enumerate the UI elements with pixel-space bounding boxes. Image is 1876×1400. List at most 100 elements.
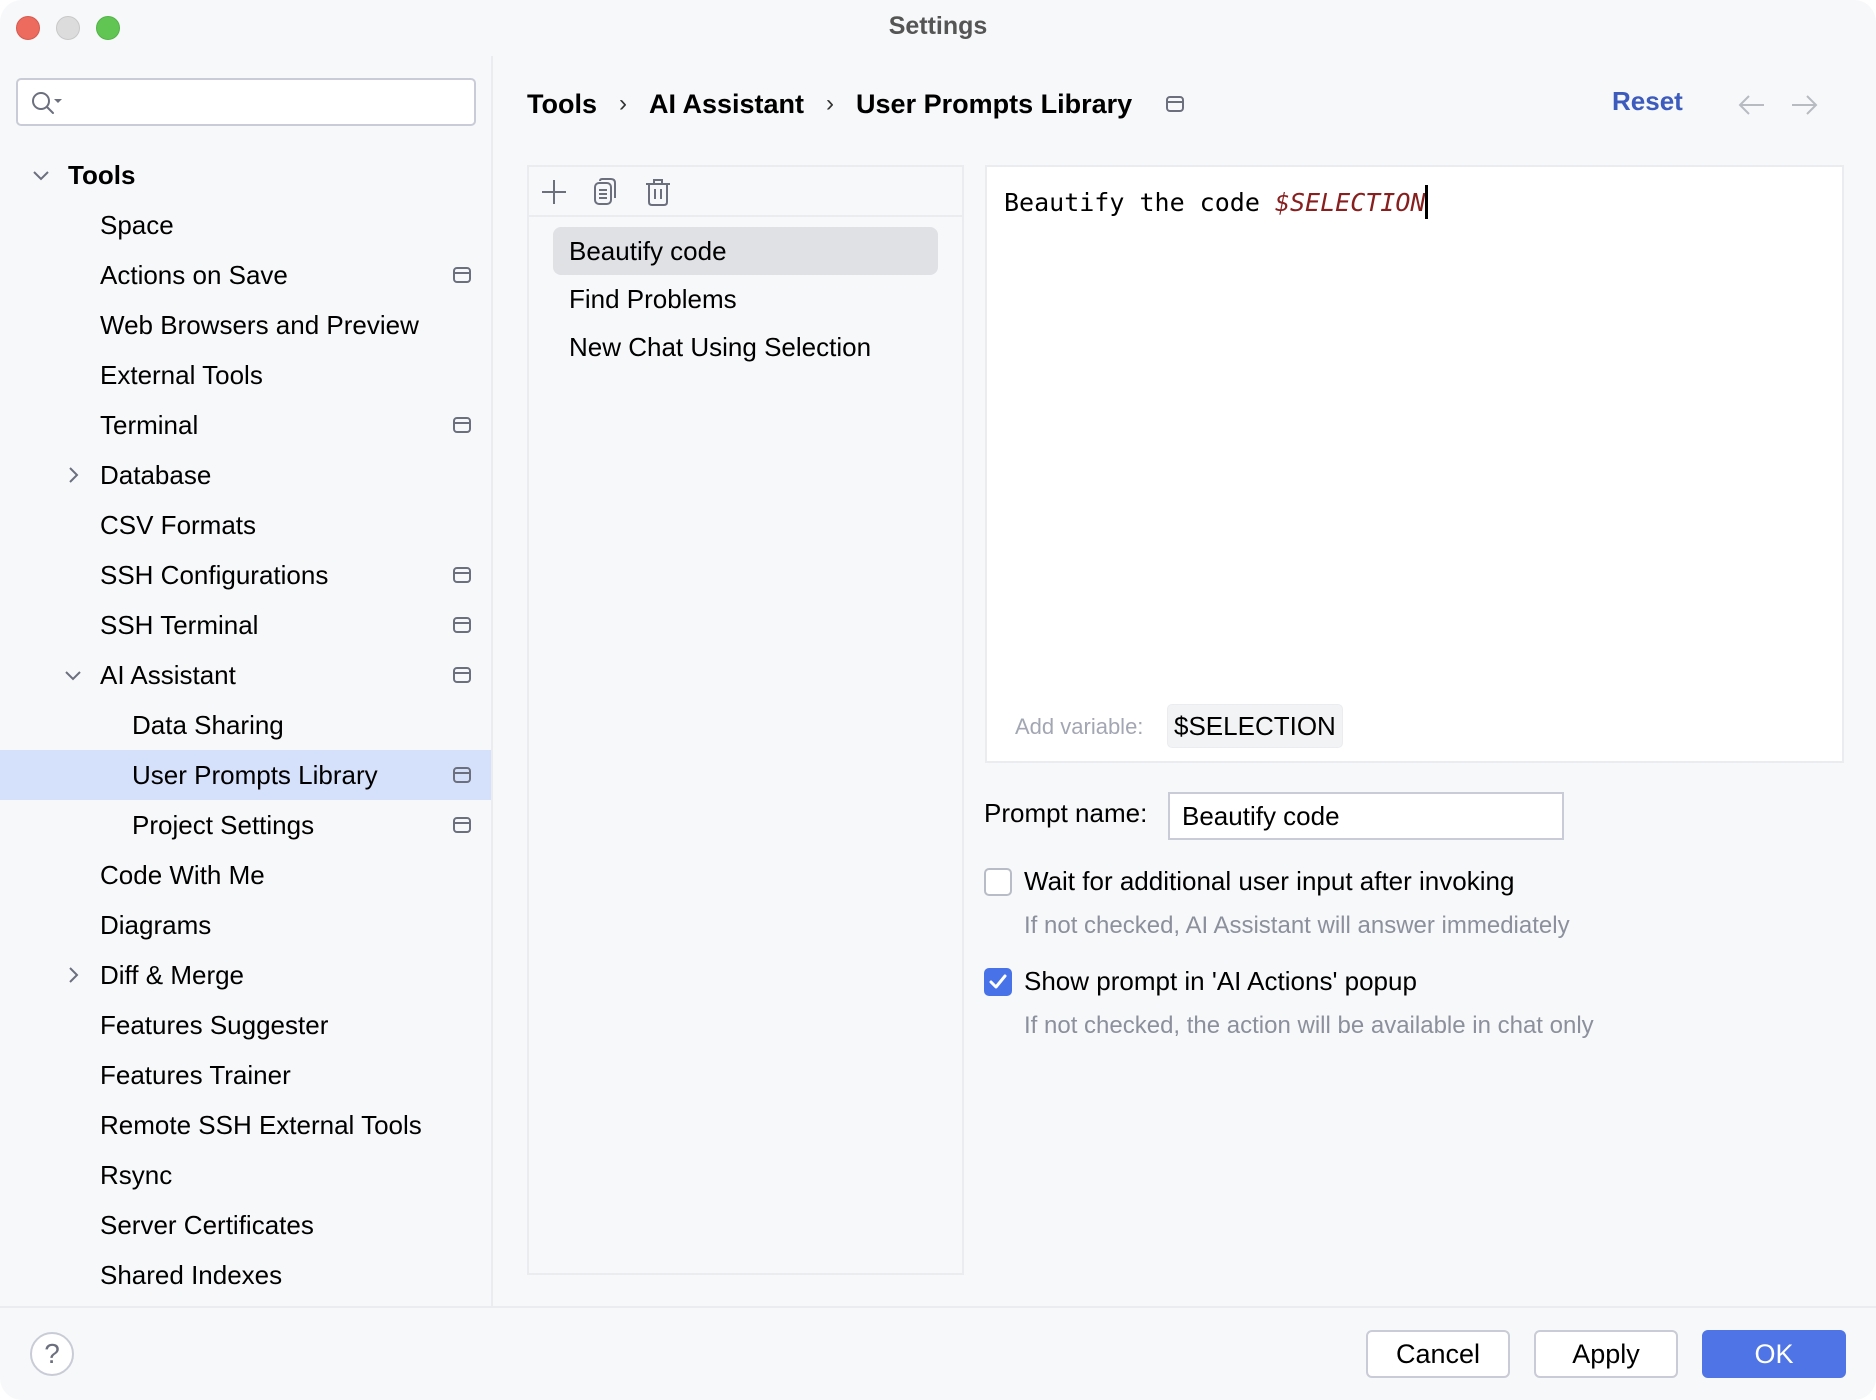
prompt-editor-text[interactable]: Beautify the code $SELECTION [1004, 185, 1429, 221]
sidebar-item-label: Database [100, 460, 212, 490]
sidebar-item-label: Remote SSH External Tools [100, 1110, 422, 1140]
show-in-ai-actions-checkbox[interactable] [984, 968, 1012, 996]
breadcrumb-item-user-prompts-library: User Prompts Library [856, 88, 1133, 119]
settings-tree: Tools Space Actions on Save Web Browsers an… [0, 150, 491, 1300]
sidebar-item-rsync[interactable]: Rsync [0, 1150, 491, 1200]
breadcrumb: Tools › AI Assistant › User Prompts Libr… [527, 86, 1185, 122]
project-scope-icon [453, 617, 471, 633]
sidebar-item-space[interactable]: Space [0, 200, 491, 250]
sidebar-item-database[interactable]: Database [0, 450, 491, 500]
arrow-right-icon[interactable] [1790, 94, 1818, 116]
sidebar-item-actions-on-save[interactable]: Actions on Save [0, 250, 491, 300]
prompt-text: Beautify the code [1004, 188, 1275, 217]
settings-search-field[interactable] [16, 78, 476, 126]
project-scope-icon [1166, 96, 1185, 112]
add-variable-selection-chip[interactable]: $SELECTION [1167, 704, 1343, 748]
chevron-right-icon[interactable] [61, 950, 85, 1000]
sidebar-item-tools[interactable]: Tools [0, 150, 491, 200]
breadcrumb-separator-icon: › [619, 90, 627, 117]
sidebar-item-project-settings[interactable]: Project Settings [0, 800, 491, 850]
project-scope-icon [453, 767, 471, 783]
sidebar-item-label: Project Settings [132, 810, 315, 840]
prompt-list-item[interactable]: Find Problems [553, 275, 938, 323]
sidebar-item-diff-merge[interactable]: Diff & Merge [0, 950, 491, 1000]
prompt-list: Beautify code Find Problems New Chat Using… [553, 227, 938, 371]
breadcrumb-item-tools[interactable]: Tools [527, 89, 597, 120]
checkmark-icon [989, 974, 1007, 989]
sidebar-item-ssh-configurations[interactable]: SSH Configurations [0, 550, 491, 600]
search-input[interactable] [70, 84, 466, 120]
sidebar-item-label: Features Suggester [100, 1010, 329, 1040]
sidebar-item-label: Web Browsers and Preview [100, 310, 419, 340]
text-caret [1425, 185, 1429, 219]
sidebar-item-ssh-terminal[interactable]: SSH Terminal [0, 600, 491, 650]
project-scope-icon [453, 817, 471, 833]
prompt-name-input[interactable] [1168, 792, 1564, 840]
project-scope-icon [453, 417, 471, 433]
settings-sidebar: Tools Space Actions on Save Web Browsers an… [0, 56, 493, 1306]
help-button[interactable]: ? [30, 1332, 74, 1376]
chevron-down-icon[interactable] [29, 150, 53, 200]
project-scope-icon [453, 667, 471, 683]
add-prompt-button[interactable] [539, 177, 569, 207]
dialog-footer: ? Cancel Apply OK [0, 1306, 1876, 1400]
sidebar-item-label: User Prompts Library [132, 760, 378, 790]
settings-window: Settings Tools Space Actions on Save Web Br… [0, 0, 1876, 1400]
sidebar-item-diagrams[interactable]: Diagrams [0, 900, 491, 950]
sidebar-item-features-suggester[interactable]: Features Suggester [0, 1000, 491, 1050]
wait-for-input-label[interactable]: Wait for additional user input after inv… [1024, 866, 1514, 897]
plus-icon [542, 180, 566, 204]
prompt-editor[interactable]: Beautify the code $SELECTION Add variabl… [985, 165, 1844, 763]
sidebar-item-remote-ssh-external-tools[interactable]: Remote SSH External Tools [0, 1100, 491, 1150]
chevron-right-icon[interactable] [61, 450, 85, 500]
cancel-button[interactable]: Cancel [1366, 1330, 1510, 1378]
wait-for-input-checkbox[interactable] [984, 868, 1012, 896]
search-icon [32, 92, 62, 114]
sidebar-item-label: AI Assistant [100, 660, 236, 690]
delete-prompt-button[interactable] [643, 177, 673, 207]
prompt-name-label: Prompt name: [984, 798, 1148, 828]
breadcrumb-item-ai-assistant[interactable]: AI Assistant [649, 89, 804, 120]
add-variable-label: Add variable: [1015, 714, 1144, 739]
apply-button[interactable]: Apply [1534, 1330, 1678, 1378]
sidebar-item-label: Server Certificates [100, 1210, 314, 1240]
wait-for-input-hint: If not checked, AI Assistant will answer… [1024, 912, 1570, 939]
sidebar-item-ai-assistant[interactable]: AI Assistant [0, 650, 491, 700]
trash-icon [646, 179, 670, 206]
prompt-list-toolbar [529, 167, 962, 217]
breadcrumb-separator-icon: › [826, 90, 835, 117]
sidebar-item-terminal[interactable]: Terminal [0, 400, 491, 450]
sidebar-item-csv-formats[interactable]: CSV Formats [0, 500, 491, 550]
sidebar-item-user-prompts-library[interactable]: User Prompts Library [0, 750, 491, 800]
sidebar-item-label: SSH Configurations [100, 560, 329, 590]
chevron-down-icon[interactable] [61, 650, 85, 700]
prompt-list-item[interactable]: New Chat Using Selection [553, 323, 938, 371]
sidebar-item-label: Terminal [100, 410, 199, 440]
sidebar-item-server-certificates[interactable]: Server Certificates [0, 1200, 491, 1250]
show-in-ai-actions-label[interactable]: Show prompt in 'AI Actions' popup [1024, 966, 1417, 997]
sidebar-item-code-with-me[interactable]: Code With Me [0, 850, 491, 900]
sidebar-item-label: CSV Formats [100, 510, 257, 540]
copy-prompt-button[interactable] [591, 177, 621, 207]
title-bar: Settings [0, 0, 1876, 56]
sidebar-item-label: External Tools [100, 360, 263, 390]
sidebar-item-web-browsers-and-preview[interactable]: Web Browsers and Preview [0, 300, 491, 350]
sidebar-item-label: Code With Me [100, 860, 265, 890]
sidebar-item-label: Shared Indexes [100, 1260, 283, 1290]
sidebar-item-features-trainer[interactable]: Features Trainer [0, 1050, 491, 1100]
sidebar-item-label: Tools [68, 160, 136, 190]
prompt-list-panel: Beautify code Find Problems New Chat Using… [527, 165, 964, 1275]
ok-button[interactable]: OK [1702, 1330, 1846, 1378]
sidebar-item-shared-indexes[interactable]: Shared Indexes [0, 1250, 491, 1300]
sidebar-item-external-tools[interactable]: External Tools [0, 350, 491, 400]
sidebar-item-label: Space [100, 210, 174, 240]
sidebar-item-label: Diff & Merge [100, 960, 245, 990]
show-in-ai-actions-hint: If not checked, the action will be avail… [1024, 1012, 1594, 1039]
sidebar-item-label: Actions on Save [100, 260, 288, 290]
prompt-variable: $SELECTION [1274, 188, 1426, 217]
prompt-list-item[interactable]: Beautify code [553, 227, 938, 275]
arrow-left-icon[interactable] [1738, 94, 1766, 116]
reset-link[interactable]: Reset [1612, 86, 1683, 117]
sidebar-item-data-sharing[interactable]: Data Sharing [0, 700, 491, 750]
project-scope-icon [453, 567, 471, 583]
